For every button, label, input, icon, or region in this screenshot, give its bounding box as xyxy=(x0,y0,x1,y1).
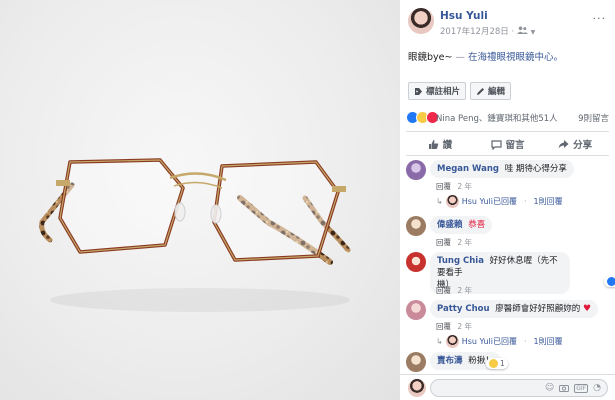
commenter-avatar[interactable] xyxy=(406,252,426,272)
edit-button[interactable]: 編輯 xyxy=(470,82,512,100)
reply-separator: · xyxy=(523,197,527,206)
caption-text: 眼鏡bye~ xyxy=(408,52,453,63)
reply-button[interactable]: 回覆 xyxy=(436,322,451,331)
commenter-name[interactable]: Tung Chia xyxy=(437,256,484,266)
post-actions: 讚 留言 分享 xyxy=(406,135,609,153)
eyeglasses-photo xyxy=(39,158,351,312)
view-replies-link[interactable]: ↳ Hsu Yuli已回覆 · 1則回覆 xyxy=(436,195,563,208)
tag-photo-label: 標註相片 xyxy=(426,87,461,97)
comment-composer: ☺ GIF ◔ xyxy=(400,374,615,400)
commenter-name[interactable]: Megan Wang xyxy=(437,164,499,174)
share-icon xyxy=(558,139,569,148)
commenter-avatar[interactable] xyxy=(406,160,426,180)
commenter-avatar[interactable] xyxy=(406,216,426,236)
more-options-button[interactable]: ··· xyxy=(593,12,607,25)
chevron-down-icon[interactable]: ▼ xyxy=(531,29,536,36)
location-link[interactable]: 在海禮眼視眼鏡中心。 xyxy=(468,52,563,63)
camera-icon[interactable] xyxy=(559,384,570,392)
sticker-icon[interactable]: ◔ xyxy=(593,383,601,393)
share-label: 分享 xyxy=(573,140,593,151)
comment-text: 廖醫師會好好照顧妳的 xyxy=(495,304,581,314)
comment-item: Patty Chou 廖醫師會好好照顧妳的 ♥ 回覆 2 年 ↳ Hsu Yul… xyxy=(406,300,611,348)
comment-time[interactable]: 2 年 xyxy=(457,182,472,191)
reply-button[interactable]: 回覆 xyxy=(436,182,451,191)
comment-time[interactable]: 2 年 xyxy=(457,322,472,331)
caption-separator: — xyxy=(455,52,466,63)
pencil-icon xyxy=(477,87,485,95)
reply-arrow-icon: ↳ xyxy=(436,197,443,206)
divider xyxy=(406,131,609,132)
reply-avatar xyxy=(445,195,459,208)
reply-button[interactable]: 回覆 xyxy=(436,286,451,295)
reply-button[interactable]: 回覆 xyxy=(436,238,451,247)
commenter-name[interactable]: Patty Chou xyxy=(437,304,490,314)
friends-icon[interactable] xyxy=(516,26,528,34)
commenter-avatar[interactable] xyxy=(406,352,426,372)
comment-meta: 回覆 2 年 xyxy=(436,181,472,192)
reply-avatar xyxy=(445,335,459,348)
reply-count: 1則回覆 xyxy=(533,337,563,346)
comment-item: Megan Wang 哇 期待心得分享 回覆 2 年 ↳ Hsu Yuli已回覆… xyxy=(406,160,611,208)
post-header: Hsu Yuli 2017年12月28日 · ▼ ··· xyxy=(408,8,608,38)
commenter-avatar[interactable] xyxy=(406,300,426,320)
author-name[interactable]: Hsu Yuli xyxy=(440,10,488,22)
comment-bubble: Megan Wang 哇 期待心得分享 xyxy=(430,160,574,178)
heart-emoji-icon: ♥ xyxy=(582,304,592,314)
thumbs-up-icon xyxy=(428,139,438,149)
reply-author: Hsu Yuli已回覆 xyxy=(461,337,517,346)
like-button[interactable]: 讚 xyxy=(406,135,474,153)
comment-label: 留言 xyxy=(505,140,525,151)
comment-time[interactable]: 2 年 xyxy=(457,238,472,247)
comment-meta: 回覆 2 年 xyxy=(436,237,472,248)
my-avatar xyxy=(408,379,426,397)
comment-count[interactable]: 9則留言 xyxy=(578,112,609,124)
post-date[interactable]: 2017年12月28日 xyxy=(440,27,509,37)
gif-icon[interactable]: GIF xyxy=(574,383,589,393)
reply-count: 1則回覆 xyxy=(533,197,563,206)
reaction-summary[interactable]: Nina Peng、鍾寶琪和其他51人 9則留言 xyxy=(406,111,609,125)
view-replies-link[interactable]: ↳ Hsu Yuli已回覆 · 1則回覆 xyxy=(436,335,563,348)
divider xyxy=(406,155,609,156)
comment-button[interactable]: 留言 xyxy=(474,135,542,153)
comment-reaction[interactable]: 1 xyxy=(486,358,508,369)
commenter-name[interactable]: 賣布濤 xyxy=(437,356,463,366)
post-photo[interactable] xyxy=(0,0,400,400)
reply-author: Hsu Yuli已回覆 xyxy=(461,197,517,206)
comment-input[interactable]: ☺ GIF ◔ xyxy=(430,379,608,397)
comment-bubble: 偉盛賴 恭喜 xyxy=(430,216,493,234)
post-caption: 眼鏡bye~ — 在海禮眼視眼鏡中心。 xyxy=(408,49,563,63)
laugh-icon xyxy=(489,359,498,368)
like-icon xyxy=(607,277,615,286)
emoji-icon[interactable]: ☺ xyxy=(545,383,554,393)
comment-item: Tung Chia 好好休息喔（先不要看手 機） 2 回覆 2 年 xyxy=(406,252,615,296)
edit-label: 編輯 xyxy=(488,87,506,97)
reaction-icons xyxy=(406,111,439,124)
reaction-names[interactable]: Nina Peng、鍾寶琪和其他51人 xyxy=(436,112,558,124)
post-timestamp[interactable]: 2017年12月28日 · ▼ xyxy=(440,25,535,37)
comment-text: 恭喜 xyxy=(468,220,486,230)
author-avatar[interactable] xyxy=(408,8,434,34)
reply-arrow-icon: ↳ xyxy=(436,337,443,346)
photo-tools: 標註相片 編輯 xyxy=(408,82,512,100)
tag-photo-button[interactable]: 標註相片 xyxy=(408,82,467,100)
share-button[interactable]: 分享 xyxy=(541,135,609,153)
reply-separator: · xyxy=(523,337,527,346)
tag-icon xyxy=(415,87,422,95)
commenter-name[interactable]: 偉盛賴 xyxy=(437,220,463,230)
comment-reaction-count: 1 xyxy=(500,359,505,368)
comment-text: 哇 期待心得分享 xyxy=(504,164,567,174)
comment-item: 偉盛賴 恭喜 回覆 2 年 xyxy=(406,216,611,248)
comment-icon xyxy=(490,139,502,150)
comment-reaction[interactable]: 2 xyxy=(604,276,615,287)
comment-bubble: Patty Chou 廖醫師會好好照顧妳的 ♥ xyxy=(430,300,599,318)
like-label: 讚 xyxy=(442,140,453,151)
comment-item: 賣布濤 粉揪！ 1 xyxy=(406,352,611,374)
post-side-panel: Hsu Yuli 2017年12月28日 · ▼ ··· 眼鏡bye~ — 在海… xyxy=(400,0,615,400)
comment-meta: 回覆 2 年 xyxy=(436,321,472,332)
comment-time[interactable]: 2 年 xyxy=(457,286,472,295)
comment-meta: 回覆 2 年 xyxy=(436,285,472,296)
